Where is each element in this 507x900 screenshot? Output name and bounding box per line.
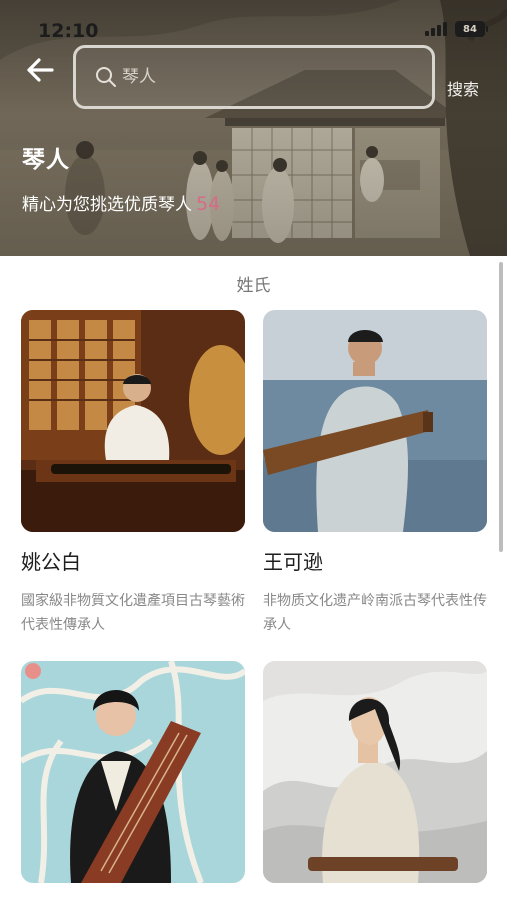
signal-icon	[425, 22, 447, 36]
musician-photo	[21, 310, 245, 532]
search-box[interactable]	[73, 45, 435, 109]
surname-filter[interactable]: 姓氏	[0, 271, 507, 296]
status-indicators: 84	[425, 21, 488, 37]
musician-photo	[21, 661, 245, 883]
musician-photo	[263, 310, 487, 532]
musician-name: 姚公白	[21, 550, 81, 574]
musician-card[interactable]	[21, 661, 245, 897]
battery-icon: 84	[455, 21, 488, 37]
arrow-left-icon	[27, 58, 54, 82]
musician-card[interactable]	[263, 661, 487, 897]
musician-card[interactable]: 王可逊 非物质文化遗产岭南派古琴代表性传承人	[263, 310, 487, 637]
search-button[interactable]: 搜索	[447, 76, 479, 100]
search-input[interactable]	[122, 67, 402, 87]
scrollbar[interactable]	[499, 262, 503, 552]
musician-description: 國家級非物質文化遺產項目古琴藝術代表性傳承人	[21, 593, 245, 633]
status-time: 12:10	[38, 20, 99, 42]
page-title: 琴人	[22, 147, 70, 173]
battery-level: 84	[463, 23, 477, 35]
back-button[interactable]	[22, 52, 58, 88]
musician-description: 非物质文化遗产岭南派古琴代表性传承人	[263, 593, 487, 633]
musician-count: 54	[196, 193, 221, 215]
musician-card[interactable]: 姚公白 國家級非物質文化遺產項目古琴藝術代表性傳承人	[21, 310, 245, 637]
search-icon	[96, 67, 116, 87]
page-subtitle: 精心为您挑选优质琴人 54	[22, 190, 220, 215]
musician-name: 王可逊	[263, 550, 323, 574]
musician-photo	[263, 661, 487, 883]
subtitle-text: 精心为您挑选优质琴人	[22, 195, 192, 215]
